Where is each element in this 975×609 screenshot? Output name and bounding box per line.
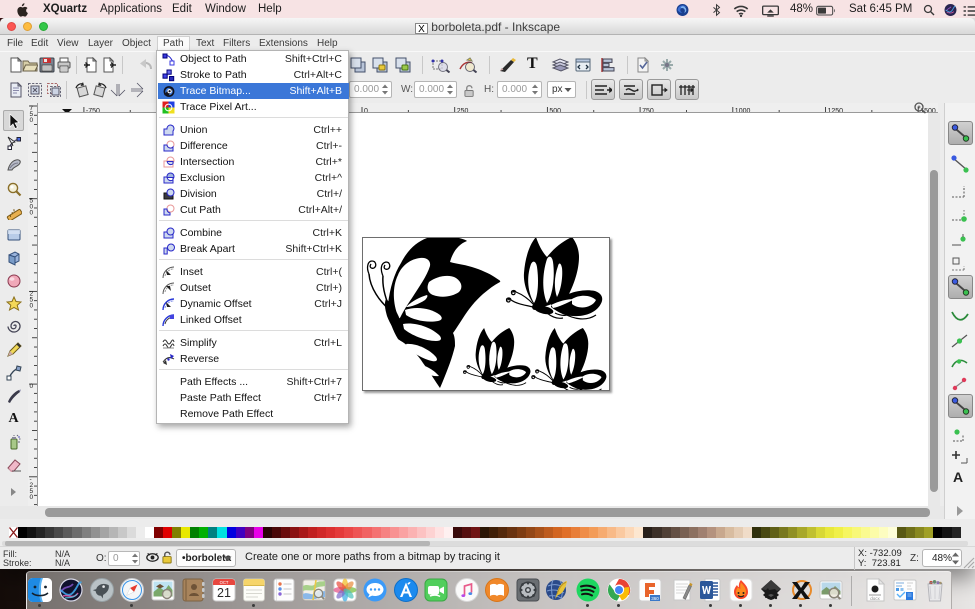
svg-text:docx: docx (870, 596, 880, 601)
svg-text:0: 0 (30, 117, 34, 124)
svg-text:OCT: OCT (219, 580, 228, 585)
svg-text:0: 0 (30, 210, 34, 217)
svg-text:0: 0 (30, 383, 34, 390)
svg-text:0: 0 (30, 494, 34, 501)
svg-text:360: 360 (651, 596, 659, 601)
svg-text:0: 0 (30, 302, 34, 309)
svg-text:21: 21 (217, 586, 231, 600)
svg-text:A: A (953, 469, 963, 485)
